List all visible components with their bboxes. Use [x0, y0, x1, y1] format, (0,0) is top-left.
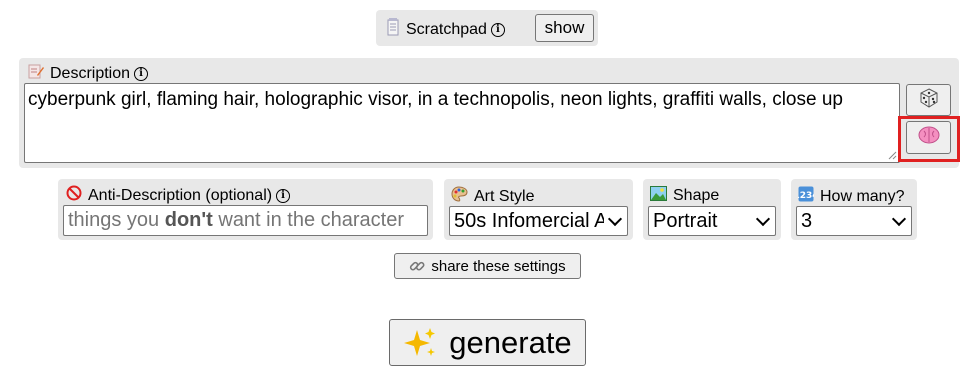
sparkles-icon	[403, 326, 437, 360]
picture-icon	[650, 186, 667, 206]
anti-description-label: Anti-Description (optional) i	[66, 185, 291, 206]
how-many-value: 3	[801, 209, 813, 232]
art-style-label: Art Style	[451, 186, 534, 207]
art-style-select[interactable]: 50s Infomercial Anime	[449, 206, 628, 236]
anti-description-input[interactable]: things you don't want in the character	[63, 205, 428, 236]
how-many-text: How many?	[820, 187, 905, 205]
shape-text: Shape	[673, 187, 720, 204]
link-icon	[409, 258, 425, 274]
art-style-text: Art Style	[474, 187, 535, 205]
dice-icon	[919, 87, 939, 113]
palette-icon	[451, 186, 468, 207]
prohibited-icon	[66, 185, 82, 206]
svg-text:1234: 1234	[798, 191, 814, 201]
chevron-down-icon	[755, 211, 771, 227]
generate-button-label: generate	[449, 324, 572, 360]
anti-description-text: Anti-Description (optional)	[88, 186, 273, 204]
scratchpad-show-button[interactable]: show	[535, 14, 594, 42]
notepad-icon	[386, 18, 400, 41]
shape-select[interactable]: Portrait	[648, 206, 776, 236]
number-keycap-icon: 1234	[793, 186, 819, 207]
random-description-button[interactable]	[906, 84, 951, 116]
description-value: cyberpunk girl, flaming hair, holographi…	[28, 89, 843, 110]
info-icon[interactable]: i	[134, 66, 149, 81]
chevron-down-icon	[891, 211, 907, 227]
description-text: Description	[50, 64, 131, 82]
scratchpad-label: Scratchpad i	[386, 18, 505, 41]
brain-icon	[918, 126, 940, 149]
anti-description-placeholder: things you don't want in the character	[68, 209, 405, 231]
share-button-label: share these settings	[431, 257, 566, 275]
scratchpad-text: Scratchpad	[406, 20, 487, 38]
resize-handle-icon[interactable]	[887, 150, 897, 160]
info-icon[interactable]: i	[276, 188, 291, 203]
share-settings-button[interactable]: share these settings	[394, 253, 581, 279]
art-style-value: 50s Infomercial Anime	[454, 209, 604, 232]
show-button-label: show	[544, 18, 585, 37]
shape-value: Portrait	[653, 209, 718, 232]
generate-button[interactable]: generate	[389, 319, 586, 366]
shape-label: Shape	[650, 186, 719, 206]
how-many-select[interactable]: 3	[796, 206, 912, 236]
chevron-down-icon	[607, 211, 623, 227]
ai-suggest-button[interactable]	[906, 121, 951, 154]
description-textarea[interactable]: cyberpunk girl, flaming hair, holographi…	[24, 83, 900, 163]
info-icon[interactable]: i	[490, 22, 505, 37]
memo-icon	[28, 63, 44, 84]
how-many-label: 1234 How many?	[793, 186, 905, 207]
description-label: Description i	[28, 63, 149, 84]
